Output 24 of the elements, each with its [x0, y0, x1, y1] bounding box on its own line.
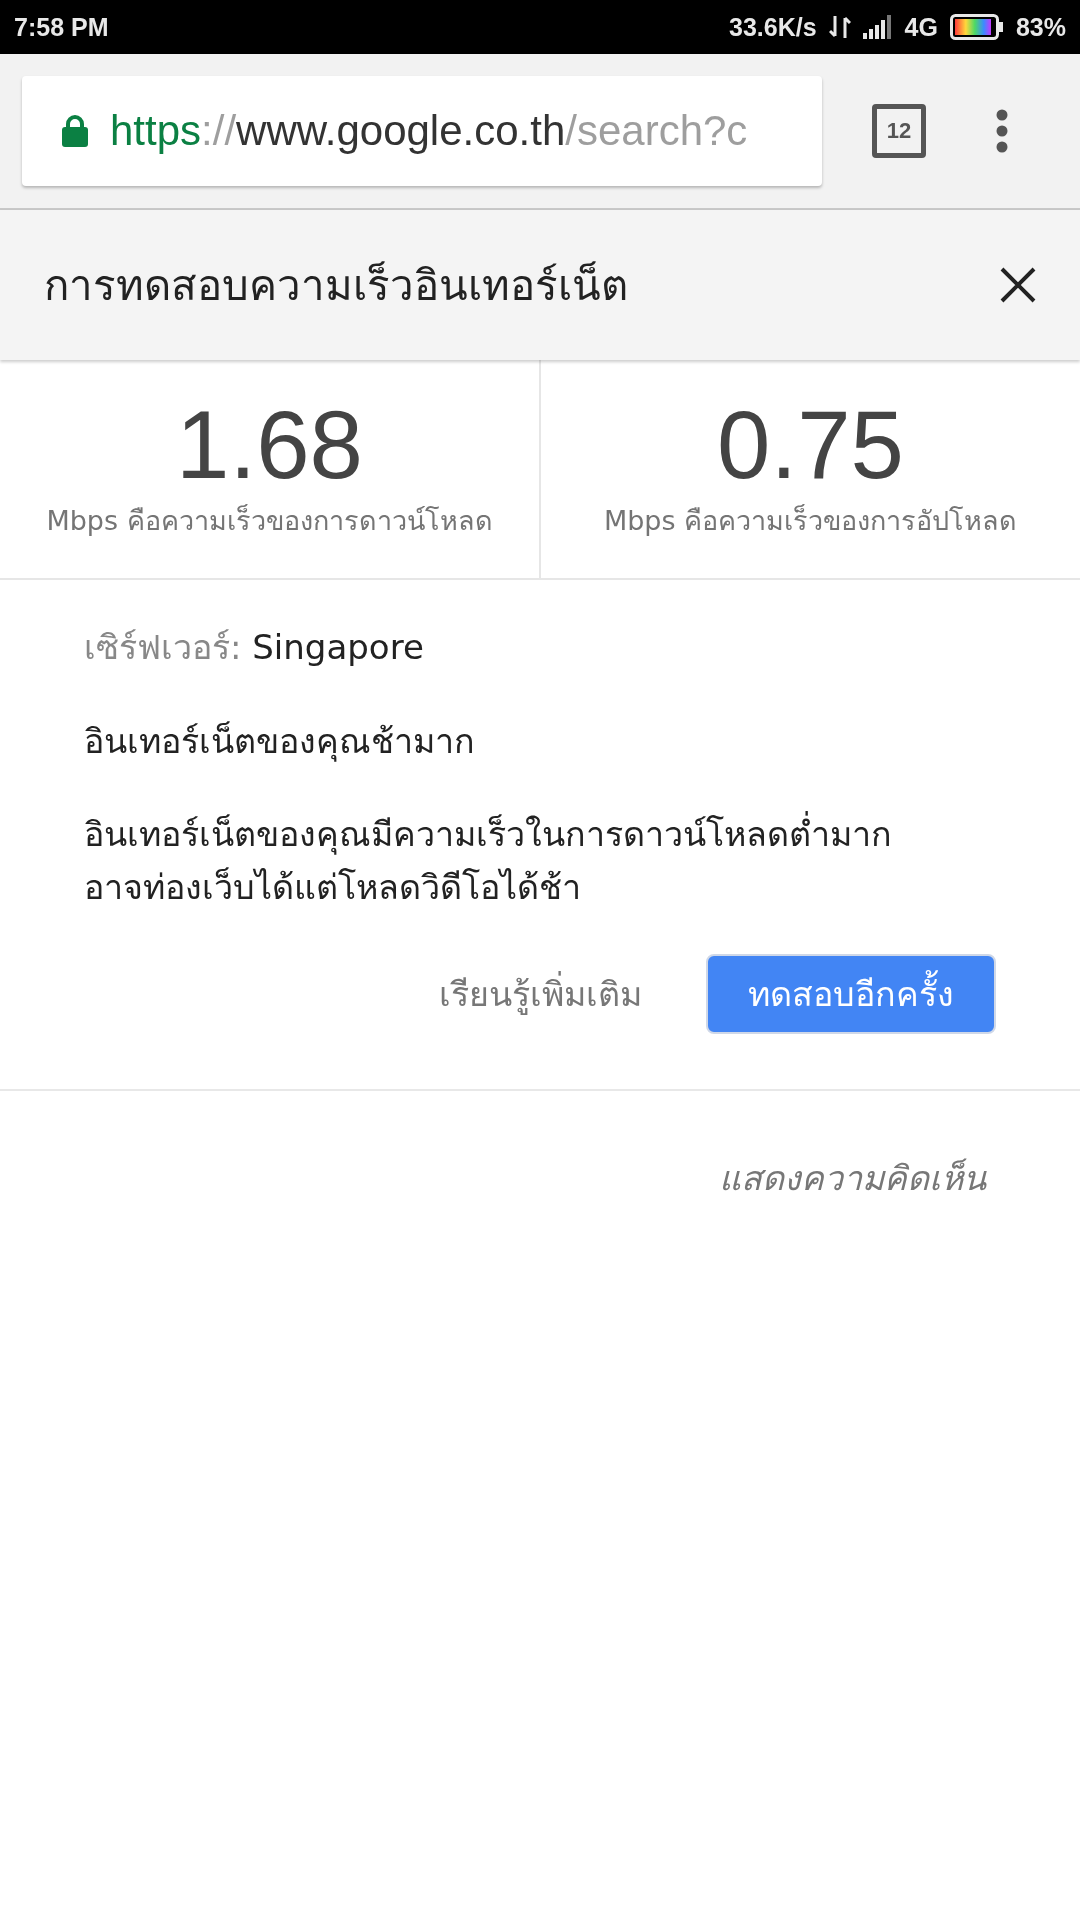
network-type: 4G	[904, 12, 938, 42]
speed-caption: Mbps คือความเร็วของการอัปโหลด	[603, 503, 1018, 538]
learn-more-link[interactable]: เรียนรู้เพิ่มเติม	[439, 967, 642, 1022]
tab-switcher-button[interactable]: 12	[872, 104, 926, 158]
lock-icon	[62, 115, 88, 147]
test-again-button[interactable]: ทดสอบอีกครั้ง	[706, 954, 996, 1035]
speed-value: 1.68	[176, 396, 363, 493]
menu-icon[interactable]	[996, 109, 1008, 153]
feedback-link[interactable]: แสดงความคิดเห็น	[719, 1151, 986, 1206]
clock-time: 7:58 PM	[14, 12, 109, 42]
speed-caption: Mbps คือความเร็วของการดาวน์โหลด	[46, 503, 493, 538]
speed-description: อินเทอร์เน็ตของคุณมีความเร็วในการดาวน์โหลดต่ำมาก	[84, 808, 996, 861]
card-title: การทดสอบความเร็วอินเทอร์เน็ต	[44, 260, 629, 312]
speed-verdict: อินเทอร์เน็ตของคุณช้ามาก	[84, 720, 476, 764]
data-transfer-icon	[828, 14, 851, 40]
address-bar[interactable]: https://www.google.co.th/search?c	[22, 76, 822, 186]
signal-icon	[862, 15, 893, 39]
battery-icon	[949, 14, 1004, 40]
battery-percent: 83%	[1015, 12, 1066, 42]
speed-value: 0.75	[717, 396, 904, 493]
speed-description: อาจท่องเว็บได้แต่โหลดวิดีโอได้ช้า	[84, 865, 582, 909]
close-icon[interactable]	[1000, 267, 1036, 303]
server-info: เซิร์ฟเวอร์: Singapore	[84, 627, 424, 667]
network-speed: 33.6K/s	[729, 12, 817, 42]
